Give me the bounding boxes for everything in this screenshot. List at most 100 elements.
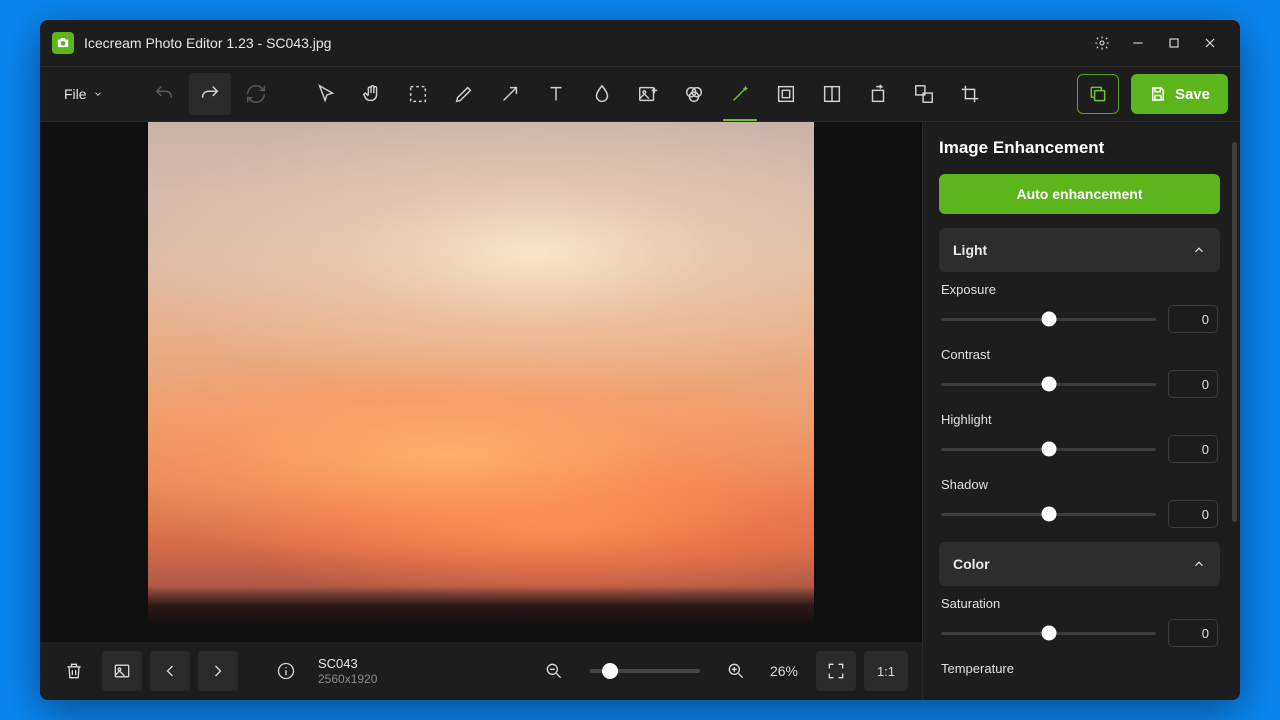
image-canvas	[148, 122, 814, 626]
rotate-tool[interactable]	[857, 73, 899, 115]
undo-icon	[153, 83, 175, 105]
slider-label: Contrast	[941, 347, 1218, 362]
save-button[interactable]: Save	[1131, 74, 1228, 114]
saturation-slider[interactable]	[941, 632, 1156, 635]
shadow-value[interactable]: 0	[1168, 500, 1218, 528]
slider-highlight: Highlight 0	[941, 412, 1218, 463]
slider-temperature: Temperature	[941, 661, 1218, 676]
slider-label: Highlight	[941, 412, 1218, 427]
blur-tool[interactable]	[581, 73, 623, 115]
contrast-value[interactable]: 0	[1168, 370, 1218, 398]
zoom-in-icon	[726, 661, 746, 681]
section-color-title: Color	[953, 556, 990, 572]
app-window: Icecream Photo Editor 1.23 - SC043.jpg F…	[40, 20, 1240, 700]
next-image-button[interactable]	[198, 651, 238, 691]
zoom-in-button[interactable]	[716, 651, 756, 691]
text-tool[interactable]	[535, 73, 577, 115]
zoom-slider-thumb[interactable]	[602, 663, 618, 679]
save-icon	[1149, 85, 1167, 103]
pencil-tool[interactable]	[443, 73, 485, 115]
slider-contrast: Contrast 0	[941, 347, 1218, 398]
reset-button[interactable]	[235, 73, 277, 115]
delete-button[interactable]	[54, 651, 94, 691]
app-logo-icon	[52, 32, 74, 54]
image-icon	[112, 661, 132, 681]
image-add-icon	[637, 83, 659, 105]
maximize-icon	[1166, 35, 1182, 51]
frame-icon	[775, 83, 797, 105]
minimize-button[interactable]	[1120, 25, 1156, 61]
file-name: SC043	[318, 656, 377, 672]
copy-icon	[1088, 84, 1108, 104]
slider-thumb[interactable]	[1041, 626, 1056, 641]
file-menu[interactable]: File	[52, 75, 115, 113]
prev-image-button[interactable]	[150, 651, 190, 691]
ratio-label: 1:1	[877, 664, 895, 679]
slider-saturation: Saturation 0	[941, 596, 1218, 647]
contrast-slider[interactable]	[941, 383, 1156, 386]
frame-tool[interactable]	[765, 73, 807, 115]
slider-thumb[interactable]	[1041, 507, 1056, 522]
exposure-slider[interactable]	[941, 318, 1156, 321]
slider-thumb[interactable]	[1041, 312, 1056, 327]
refresh-icon	[245, 83, 267, 105]
arrow-tool[interactable]	[489, 73, 531, 115]
slider-thumb[interactable]	[1041, 442, 1056, 457]
info-button[interactable]	[266, 651, 306, 691]
zoom-slider[interactable]	[590, 669, 700, 673]
actual-size-button[interactable]: 1:1	[864, 651, 908, 691]
layout-tool[interactable]	[811, 73, 853, 115]
canvas-viewport[interactable]	[40, 122, 922, 642]
highlight-slider[interactable]	[941, 448, 1156, 451]
resize-tool[interactable]	[903, 73, 945, 115]
chevron-left-icon	[160, 661, 180, 681]
fit-screen-button[interactable]	[816, 651, 856, 691]
auto-enhance-label: Auto enhancement	[1016, 186, 1142, 202]
zoom-out-button[interactable]	[534, 651, 574, 691]
slider-shadow: Shadow 0	[941, 477, 1218, 528]
main-area: SC043 2560x1920 26% 1:1 Image Enhancemen…	[40, 122, 1240, 700]
slider-thumb[interactable]	[1041, 377, 1056, 392]
hand-icon	[361, 83, 383, 105]
trash-icon	[64, 661, 84, 681]
close-button[interactable]	[1192, 25, 1228, 61]
save-button-label: Save	[1175, 86, 1210, 103]
redo-button[interactable]	[189, 73, 231, 115]
panel-scrollbar[interactable]	[1232, 122, 1240, 700]
arrow-icon	[499, 83, 521, 105]
shadow-slider[interactable]	[941, 513, 1156, 516]
slider-label: Saturation	[941, 596, 1218, 611]
info-icon	[276, 661, 296, 681]
crop-tool[interactable]	[949, 73, 991, 115]
text-icon	[545, 83, 567, 105]
gear-icon	[1094, 35, 1110, 51]
highlight-value[interactable]: 0	[1168, 435, 1218, 463]
filters-tool[interactable]	[673, 73, 715, 115]
slider-exposure: Exposure 0	[941, 282, 1218, 333]
saturation-value[interactable]: 0	[1168, 619, 1218, 647]
copy-button[interactable]	[1077, 74, 1119, 114]
panel-title: Image Enhancement	[939, 138, 1220, 158]
gallery-button[interactable]	[102, 651, 142, 691]
auto-enhance-button[interactable]: Auto enhancement	[939, 174, 1220, 214]
settings-button[interactable]	[1084, 25, 1120, 61]
chevron-right-icon	[208, 661, 228, 681]
layout-icon	[821, 83, 843, 105]
undo-button[interactable]	[143, 73, 185, 115]
crop-icon	[959, 83, 981, 105]
scrollbar-thumb[interactable]	[1232, 142, 1237, 522]
enhance-tool[interactable]	[719, 73, 761, 115]
maximize-button[interactable]	[1156, 25, 1192, 61]
pan-tool[interactable]	[351, 73, 393, 115]
section-color-header[interactable]: Color	[939, 542, 1220, 586]
filters-icon	[683, 83, 705, 105]
slider-label: Exposure	[941, 282, 1218, 297]
marquee-tool[interactable]	[397, 73, 439, 115]
insert-image-tool[interactable]	[627, 73, 669, 115]
redo-icon	[199, 83, 221, 105]
section-light-header[interactable]: Light	[939, 228, 1220, 272]
pointer-tool[interactable]	[305, 73, 347, 115]
selection-icon	[407, 83, 429, 105]
minimize-icon	[1130, 35, 1146, 51]
exposure-value[interactable]: 0	[1168, 305, 1218, 333]
